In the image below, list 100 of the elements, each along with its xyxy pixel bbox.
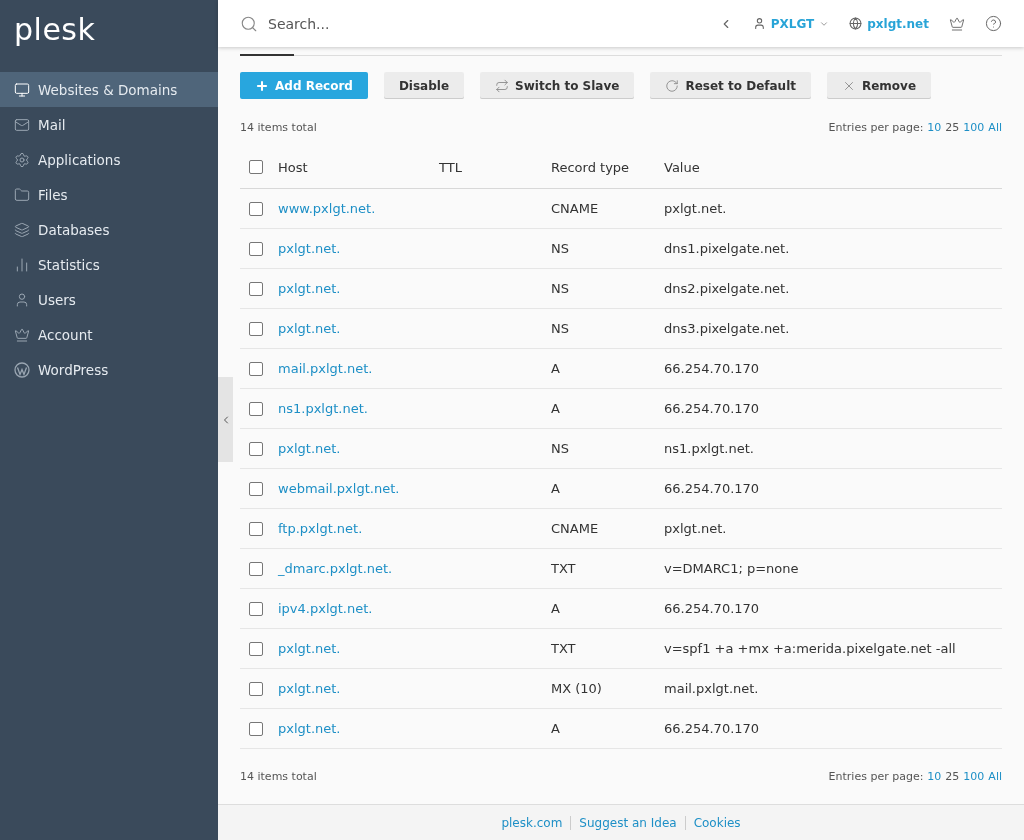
row-checkbox[interactable]: [249, 641, 263, 656]
host-link[interactable]: webmail.pxlgt.net.: [278, 481, 439, 496]
user-icon: [14, 291, 30, 308]
host-link[interactable]: www.pxlgt.net.: [278, 201, 439, 216]
monitor-icon: [14, 81, 30, 98]
sidebar-item[interactable]: WordPress: [0, 352, 218, 387]
row-checkbox[interactable]: [249, 721, 263, 736]
swap-arrows-icon: [495, 78, 510, 93]
value-cell-text: dns2.pixelgate.net.: [664, 281, 791, 296]
row-checkbox[interactable]: [249, 481, 263, 496]
host-link[interactable]: ftp.pxlgt.net.: [278, 521, 439, 536]
row-checkbox[interactable]: [249, 201, 263, 216]
record-type-cell-text: NS: [551, 241, 570, 256]
host-link[interactable]: pxlgt.net.: [278, 641, 439, 656]
sidebar-item[interactable]: Statistics: [0, 247, 218, 282]
collapse-sidebar-handle[interactable]: [218, 377, 233, 462]
value-cell-text: ns1.pxlgt.net.: [664, 441, 755, 456]
record-type-cell-text: NS: [551, 441, 570, 456]
sidebar-item[interactable]: Applications: [0, 142, 218, 177]
column-header: Host: [278, 159, 309, 175]
layers-icon: [14, 221, 30, 238]
host-link[interactable]: pxlgt.net.: [278, 721, 439, 736]
record-type-cell-text: A: [551, 361, 561, 376]
crown-icon: [14, 326, 30, 343]
envelope-icon: [14, 116, 30, 133]
host-link[interactable]: pxlgt.net.: [278, 441, 439, 456]
sidebar-item[interactable]: Files: [0, 177, 218, 212]
host-link[interactable]: pxlgt.net.: [278, 681, 439, 696]
sidebar-item[interactable]: Databases: [0, 212, 218, 247]
value-cell-text: dns1.pixelgate.net.: [664, 241, 791, 256]
value-cell-text: pxlgt.net.: [664, 521, 728, 536]
host-link[interactable]: ipv4.pxlgt.net.: [278, 601, 439, 616]
reset-icon: [665, 78, 680, 93]
value-cell-text: 66.254.70.170: [664, 721, 761, 736]
page-size-link[interactable]: All: [988, 770, 1002, 783]
value-cell-text: 66.254.70.170: [664, 361, 761, 376]
help-icon[interactable]: [985, 15, 1002, 32]
row-checkbox[interactable]: [249, 241, 263, 256]
entries-per-page-label: Entries per page:: [828, 770, 924, 783]
column-header: Record type: [551, 159, 631, 175]
host-link[interactable]: pxlgt.net.: [278, 241, 439, 256]
page-size-link[interactable]: 10: [927, 770, 942, 783]
toolbar-button[interactable]: Remove: [827, 72, 932, 99]
page-size-link[interactable]: 25: [945, 770, 960, 783]
record-type-cell-text: NS: [551, 321, 570, 336]
value-cell-text: mail.pxlgt.net.: [664, 681, 760, 696]
toolbar-button[interactable]: Reset to Default: [650, 72, 811, 99]
search-field[interactable]: Search...: [266, 14, 570, 33]
footer-link[interactable]: Suggest an Idea: [570, 815, 685, 830]
page-size-link[interactable]: 100: [963, 770, 985, 783]
record-type-cell-text: NS: [551, 281, 570, 296]
host-link[interactable]: pxlgt.net.: [278, 321, 439, 336]
sidebar-item[interactable]: Users: [0, 282, 218, 317]
record-type-cell-text: TXT: [551, 561, 577, 576]
page-size-link[interactable]: 25: [945, 121, 960, 134]
toolbar-button[interactable]: Add Record: [240, 72, 368, 99]
gear-icon: [14, 151, 30, 168]
value-cell-text: 66.254.70.170: [664, 601, 761, 616]
page-size-link[interactable]: All: [988, 121, 1002, 134]
row-checkbox[interactable]: [249, 441, 263, 456]
row-checkbox[interactable]: [249, 521, 263, 536]
entries-per-page-label: Entries per page:: [828, 121, 924, 134]
host-link[interactable]: mail.pxlgt.net.: [278, 361, 439, 376]
row-checkbox[interactable]: [249, 601, 263, 616]
row-checkbox[interactable]: [249, 321, 263, 336]
toolbar-button[interactable]: Switch to Slave: [480, 72, 635, 99]
record-type-cell-text: A: [551, 721, 561, 736]
toolbar-button[interactable]: Disable: [383, 72, 465, 99]
host-link[interactable]: _dmarc.pxlgt.net.: [278, 561, 439, 576]
record-type-cell-text: CNAME: [551, 521, 600, 536]
domain-link[interactable]: pxlgt.net: [849, 16, 929, 31]
page-size-link[interactable]: 100: [963, 121, 985, 134]
user-menu[interactable]: PXLGT: [752, 16, 830, 31]
footer-link[interactable]: plesk.com: [493, 815, 571, 830]
record-type-cell-text: TXT: [551, 641, 577, 656]
items-total: 14 items total: [240, 121, 317, 134]
record-type-cell-text: A: [551, 481, 561, 496]
globe-icon: [849, 17, 863, 30]
value-cell-text: 66.254.70.170: [664, 401, 761, 416]
search-icon: [240, 14, 258, 33]
user-icon: [752, 17, 766, 30]
sidebar-item[interactable]: Websites & Domains: [0, 72, 218, 107]
value-cell-text: dns3.pixelgate.net.: [664, 321, 791, 336]
value-cell-text: pxlgt.net.: [664, 201, 728, 216]
footer-link[interactable]: Cookies: [684, 815, 749, 830]
row-checkbox[interactable]: [249, 281, 263, 296]
sidebar-item[interactable]: Mail: [0, 107, 218, 142]
row-checkbox[interactable]: [249, 561, 263, 576]
select-all-checkbox[interactable]: [249, 160, 263, 174]
plesk-logo: plesk: [13, 11, 97, 49]
sidebar-item[interactable]: Account: [0, 317, 218, 352]
plus-icon: [255, 78, 269, 93]
row-checkbox[interactable]: [249, 401, 263, 416]
row-checkbox[interactable]: [249, 681, 263, 696]
host-link[interactable]: ns1.pxlgt.net.: [278, 401, 439, 416]
host-link[interactable]: pxlgt.net.: [278, 281, 439, 296]
value-cell-text: 66.254.70.170: [664, 481, 761, 496]
record-type-cell-text: CNAME: [551, 201, 600, 216]
page-size-link[interactable]: 10: [927, 121, 942, 134]
row-checkbox[interactable]: [249, 361, 263, 376]
